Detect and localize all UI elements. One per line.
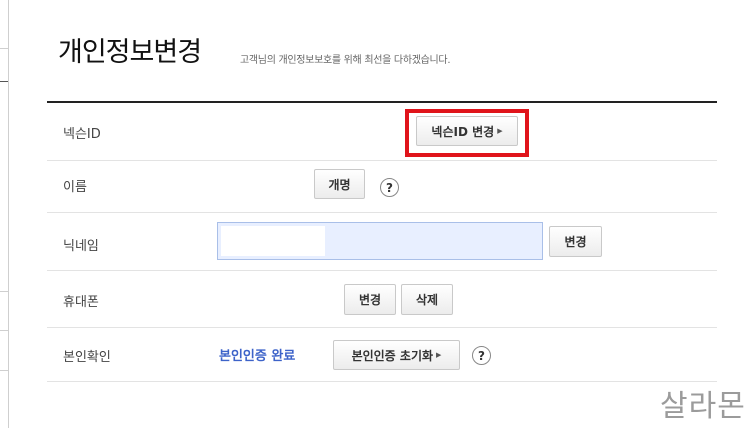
page-title: 개인정보변경 (58, 37, 202, 68)
left-panel-divider (0, 291, 8, 292)
left-panel-divider (0, 81, 8, 82)
redacted-area (221, 226, 325, 256)
delete-phone-button[interactable]: 삭제 (401, 284, 453, 315)
verification-status: 본인인증 완료 (219, 349, 296, 364)
nexon-id-label: 넥슨ID (63, 127, 101, 142)
left-panel-divider (0, 48, 8, 49)
left-panel-edge (0, 0, 9, 428)
watermark: 살라몬 (660, 389, 744, 424)
phone-label: 휴대폰 (63, 295, 99, 310)
row-divider (47, 327, 717, 328)
page-subtitle: 고객님의 개인정보보호를 위해 최선을 다하겠습니다. (240, 55, 451, 66)
reset-verification-label: 본인인증 초기화 (351, 348, 434, 363)
row-divider (47, 212, 717, 213)
change-nickname-button[interactable]: 변경 (549, 226, 602, 257)
change-phone-button[interactable]: 변경 (344, 284, 396, 315)
red-highlight-box (405, 109, 529, 157)
row-divider (47, 160, 717, 161)
reset-verification-button[interactable]: 본인인증 초기화 ▶ (333, 340, 460, 370)
row-divider (47, 270, 717, 271)
rename-button[interactable]: 개명 (314, 169, 365, 199)
help-icon[interactable]: ? (472, 346, 491, 365)
left-panel-divider (0, 330, 8, 331)
triangle-right-icon: ▶ (436, 351, 442, 359)
nickname-input[interactable] (217, 222, 543, 260)
name-label: 이름 (63, 180, 87, 195)
verification-label: 본인확인 (63, 350, 111, 365)
header-divider (47, 101, 717, 103)
row-divider (47, 381, 717, 382)
help-icon[interactable]: ? (380, 178, 399, 197)
nickname-label: 닉네임 (63, 239, 99, 254)
left-panel-divider (0, 370, 8, 371)
